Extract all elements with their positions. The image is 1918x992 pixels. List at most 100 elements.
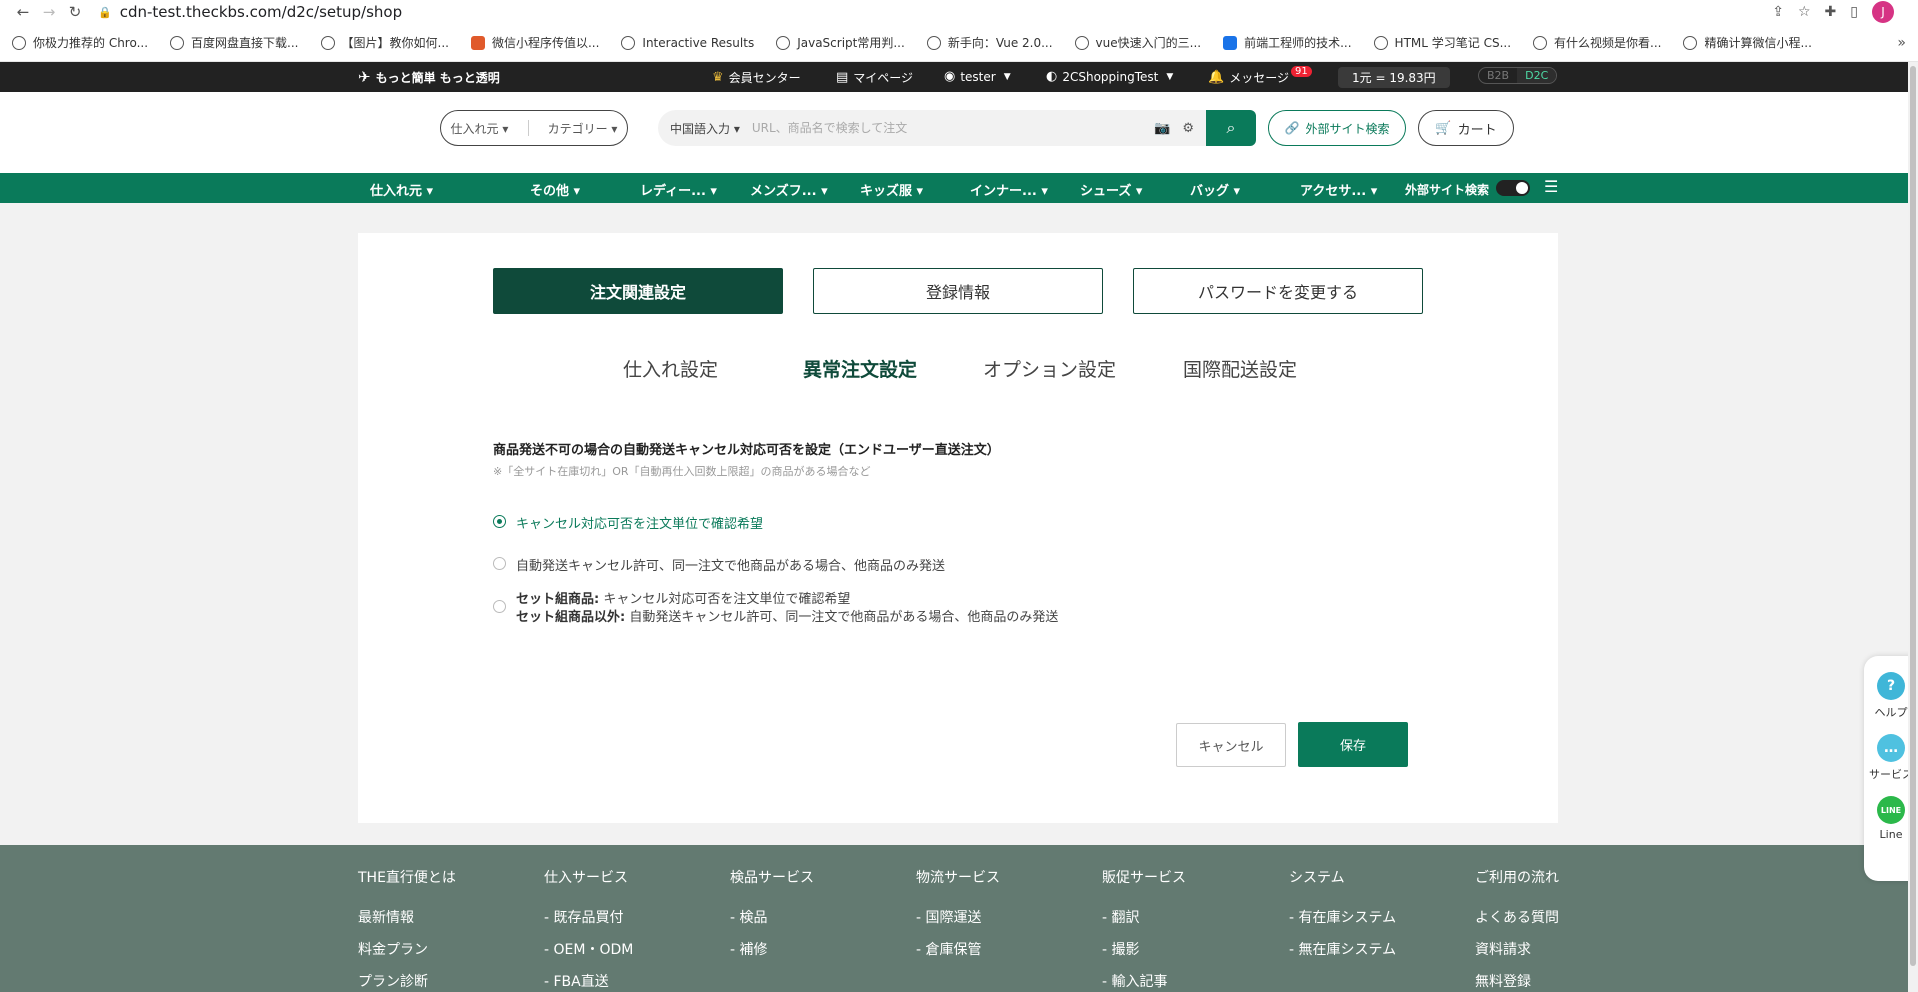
member-center-link[interactable]: ♛ 会員センター bbox=[712, 69, 801, 86]
option-confirm-per-order[interactable]: キャンセル対応可否を注文単位で確認希望 bbox=[493, 513, 763, 532]
help-button[interactable]: ? ヘルプ bbox=[1875, 672, 1908, 720]
footer-heading[interactable]: 販促サービス bbox=[1102, 867, 1186, 887]
save-button[interactable]: 保存 bbox=[1298, 722, 1408, 767]
footer-link[interactable]: - 国際運送 bbox=[916, 907, 1000, 927]
bookmark-item[interactable]: 【图片】教你如何... bbox=[320, 34, 449, 51]
cart-button[interactable]: 🛒 カート bbox=[1418, 110, 1514, 146]
external-search-toggle[interactable] bbox=[1496, 180, 1530, 196]
footer-link[interactable]: - 撮影 bbox=[1102, 939, 1186, 959]
bookmark-item[interactable]: 有什么视频是你看... bbox=[1533, 34, 1661, 51]
tab-order-settings[interactable]: 注文関連設定 bbox=[493, 268, 783, 314]
catnav-item-8[interactable]: アクセサ... ▾ bbox=[1300, 180, 1377, 199]
footer-link[interactable]: - 有在庫システム bbox=[1289, 907, 1396, 927]
mode-d2c[interactable]: D2C bbox=[1517, 68, 1557, 83]
footer-link[interactable]: - 既存品買付 bbox=[544, 907, 633, 927]
catnav-item-6[interactable]: シューズ ▾ bbox=[1080, 180, 1142, 199]
category-nav: 仕入れ元 ▾ その他 ▾ レディー... ▾ メンズフ... ▾ キッズ服 ▾ … bbox=[0, 173, 1918, 203]
radio-checked[interactable] bbox=[493, 515, 506, 528]
extensions-icon[interactable]: ✚ bbox=[1825, 4, 1837, 20]
bookmark-item[interactable]: 百度网盘直接下载... bbox=[170, 34, 299, 51]
search-lang-dropdown[interactable]: 中国語入力 ▾ bbox=[658, 120, 752, 137]
reload-icon[interactable]: ↻ bbox=[62, 3, 88, 21]
bookmark-item[interactable]: JavaScript常用判... bbox=[776, 34, 905, 51]
service-button[interactable]: … サービス bbox=[1869, 734, 1913, 782]
back-arrow-icon[interactable]: ← bbox=[10, 3, 36, 21]
catnav-item-1[interactable]: その他 ▾ bbox=[530, 180, 580, 199]
profile-avatar[interactable]: J bbox=[1872, 1, 1894, 23]
footer-link[interactable]: - 倉庫保管 bbox=[916, 939, 1000, 959]
radio-unchecked[interactable] bbox=[493, 600, 506, 613]
footer-heading[interactable]: THE直行便とは bbox=[358, 867, 456, 887]
footer-link[interactable]: - OEM・ODM bbox=[544, 939, 633, 959]
bookmark-item[interactable]: Interactive Results bbox=[621, 35, 754, 50]
catnav-item-5[interactable]: インナー... ▾ bbox=[970, 180, 1048, 199]
tab-change-password[interactable]: パスワードを変更する bbox=[1133, 268, 1423, 314]
bookmark-item[interactable]: 精确计算微信小程... bbox=[1683, 34, 1812, 51]
bookmarks-overflow-icon[interactable]: » bbox=[1897, 35, 1906, 51]
search-button[interactable]: ⌕ bbox=[1206, 110, 1256, 146]
bookmark-item[interactable]: 前端工程师的技术... bbox=[1223, 34, 1352, 51]
mode-b2b[interactable]: B2B bbox=[1479, 68, 1517, 83]
menu-icon[interactable]: ☰ bbox=[1544, 177, 1558, 196]
bookmark-item[interactable]: 你极力推荐的 Chro... bbox=[12, 34, 148, 51]
search-input[interactable] bbox=[751, 110, 1155, 146]
bookmark-item[interactable]: 微信小程序传值以... bbox=[470, 34, 599, 51]
link-icon: 🔗 bbox=[1284, 121, 1300, 135]
subtab-international-shipping[interactable]: 国際配送設定 bbox=[1183, 355, 1297, 382]
address-bar[interactable]: 🔒 cdn-test.theckbs.com/d2c/setup/shop bbox=[88, 1, 1772, 23]
user-menu[interactable]: ◉ tester ▼ bbox=[944, 69, 1011, 84]
footer-link[interactable]: - 検品 bbox=[730, 907, 814, 927]
star-icon[interactable]: ☆ bbox=[1798, 4, 1811, 20]
forward-arrow-icon[interactable]: → bbox=[36, 3, 62, 21]
bookmark-item[interactable]: vue快速入门的三... bbox=[1074, 34, 1201, 51]
external-search-button[interactable]: 🔗 外部サイト検索 bbox=[1268, 110, 1406, 146]
footer-heading[interactable]: システム bbox=[1289, 867, 1396, 887]
footer-link[interactable]: プラン診断 bbox=[358, 971, 456, 991]
radio-unchecked[interactable] bbox=[493, 557, 506, 570]
tab-registration-info[interactable]: 登録情報 bbox=[813, 268, 1103, 314]
messages-link[interactable]: 🔔 メッセージ 91 bbox=[1208, 66, 1312, 86]
footer-link[interactable]: - FBA直送 bbox=[544, 971, 633, 991]
option-set-product[interactable]: セット組商品: キャンセル対応可否を注文単位で確認希望 セット組商品以外: 自動… bbox=[493, 591, 1058, 627]
footer-heading[interactable]: ご利用の流れ bbox=[1475, 867, 1559, 887]
page-scrollbar[interactable] bbox=[1908, 62, 1918, 992]
footer-heading[interactable]: 物流サービス bbox=[916, 867, 1000, 887]
footer-link[interactable]: - 補修 bbox=[730, 939, 814, 959]
subtab-abnormal-order[interactable]: 異常注文設定 bbox=[803, 355, 917, 382]
footer-link[interactable]: 無料登録 bbox=[1475, 971, 1559, 991]
shop-menu[interactable]: ◐ 2CShoppingTest ▼ bbox=[1046, 69, 1173, 84]
bookmark-item[interactable]: 新手向：Vue 2.0... bbox=[926, 34, 1053, 51]
subtab-option-settings[interactable]: オプション設定 bbox=[983, 355, 1116, 382]
footer-link[interactable]: - 無在庫システム bbox=[1289, 939, 1396, 959]
footer-link[interactable]: 資料請求 bbox=[1475, 939, 1559, 959]
site-logo[interactable]: ✈ もっと簡単 もっと透明 bbox=[358, 68, 500, 86]
option-auto-cancel[interactable]: 自動発送キャンセル許可、同一注文で他商品がある場合、他商品のみ発送 bbox=[493, 555, 945, 574]
supplier-dropdown[interactable]: 仕入れ元 ▾ bbox=[451, 120, 509, 137]
footer-link[interactable]: よくある質問 bbox=[1475, 907, 1559, 927]
sidepanel-icon[interactable]: ▯ bbox=[1850, 4, 1858, 20]
footer-heading[interactable]: 検品サービス bbox=[730, 867, 814, 887]
footer-link[interactable]: - 翻訳 bbox=[1102, 907, 1186, 927]
catnav-item-3[interactable]: メンズフ... ▾ bbox=[750, 180, 828, 199]
filter-icon[interactable]: ⚙ bbox=[1182, 121, 1194, 136]
footer-link[interactable]: 料金プラン bbox=[358, 939, 456, 959]
catnav-item-7[interactable]: バッグ ▾ bbox=[1190, 180, 1240, 199]
footer-heading[interactable]: 仕入サービス bbox=[544, 867, 633, 887]
footer-link[interactable]: - 輸入記事 bbox=[1102, 971, 1186, 991]
catnav-item-0[interactable]: 仕入れ元 ▾ bbox=[370, 180, 433, 199]
footer-link[interactable]: 最新情報 bbox=[358, 907, 456, 927]
category-dropdown[interactable]: カテゴリー ▾ bbox=[548, 120, 618, 137]
bookmark-item[interactable]: HTML 学习笔记 CS... bbox=[1373, 34, 1511, 51]
share-icon[interactable]: ⇪ bbox=[1772, 4, 1784, 20]
mypage-link[interactable]: ▤ マイページ bbox=[836, 69, 913, 86]
catnav-item-4[interactable]: キッズ服 ▾ bbox=[860, 180, 923, 199]
catnav-item-2[interactable]: レディー... ▾ bbox=[640, 180, 717, 199]
bookmark-globe-icon bbox=[1683, 35, 1698, 50]
mode-switch[interactable]: B2B D2C bbox=[1478, 67, 1558, 84]
cancel-button[interactable]: キャンセル bbox=[1176, 723, 1286, 767]
subtab-purchase-settings[interactable]: 仕入れ設定 bbox=[623, 355, 718, 382]
bookmark-globe-icon bbox=[776, 35, 791, 50]
line-button[interactable]: LINE Line bbox=[1877, 796, 1905, 841]
exchange-rate: 1元 = 19.83円 bbox=[1338, 67, 1450, 88]
camera-icon[interactable]: 📷 bbox=[1154, 121, 1170, 136]
